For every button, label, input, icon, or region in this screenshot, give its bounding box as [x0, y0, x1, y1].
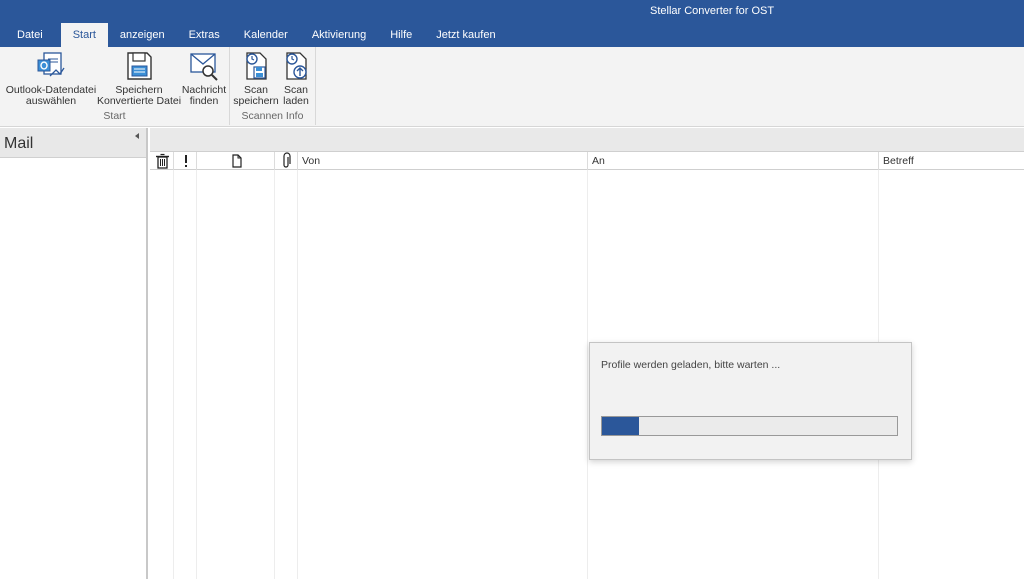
document-icon — [232, 154, 242, 168]
column-divider — [196, 170, 197, 579]
trash-icon — [156, 153, 169, 169]
find-message-button[interactable]: Nachricht finden — [181, 50, 227, 107]
title-bar: Stellar Converter for OST Datei Start an… — [0, 0, 1024, 47]
tab-start[interactable]: Start — [60, 23, 108, 47]
tab-jetzt-kaufen[interactable]: Jetzt kaufen — [424, 23, 507, 47]
column-attachment[interactable] — [275, 152, 298, 170]
save-converted-file-label-2: Konvertierte Datei — [97, 95, 182, 107]
column-subject-label: Betreff — [883, 155, 914, 167]
tab-datei[interactable]: Datei — [0, 23, 61, 47]
exclamation-icon — [185, 155, 187, 167]
save-scan-icon — [246, 52, 267, 80]
save-converted-file-button[interactable]: Speichern Konvertierte Datei — [97, 50, 181, 107]
ribbon-tabs: Datei Start anzeigen Extras Kalender Akt… — [0, 23, 508, 47]
tab-hilfe[interactable]: Hilfe — [378, 23, 424, 47]
load-scan-button[interactable]: Scan laden — [279, 50, 313, 107]
loading-dialog: Profile werden geladen, bitte warten ... — [589, 342, 912, 460]
column-divider — [274, 170, 275, 579]
column-headers: Von An Betreff — [150, 152, 1024, 170]
column-divider — [173, 170, 174, 579]
save-scan-button[interactable]: Scan speichern — [233, 50, 279, 107]
list-toolbar-band — [150, 128, 1024, 152]
loading-message: Profile werden geladen, bitte warten ... — [601, 359, 781, 371]
app-title: Stellar Converter for OST — [650, 5, 775, 17]
save-scan-label-2: speichern — [233, 95, 279, 107]
ribbon-group-label: Start — [103, 110, 126, 122]
ribbon-group-label: Scannen Info — [241, 110, 304, 122]
collapse-left-icon[interactable] — [135, 133, 139, 139]
select-outlook-file-button[interactable]: Outlook-Datendatei auswählen — [5, 50, 97, 107]
column-from[interactable]: Von — [298, 152, 588, 170]
column-type[interactable] — [197, 152, 275, 170]
find-message-icon — [190, 53, 218, 81]
mail-pane: Mail — [0, 128, 148, 579]
paperclip-icon — [283, 152, 291, 168]
load-scan-icon — [286, 52, 307, 80]
column-to-label: An — [592, 155, 605, 167]
column-divider — [587, 170, 588, 579]
load-scan-label-2: laden — [283, 95, 309, 107]
save-icon — [127, 52, 152, 80]
column-to[interactable]: An — [588, 152, 879, 170]
tab-kalender[interactable]: Kalender — [232, 23, 300, 47]
outlook-file-icon — [37, 52, 65, 77]
tab-extras[interactable]: Extras — [177, 23, 232, 47]
mail-pane-title: Mail — [4, 135, 34, 152]
ribbon-group-scan-info: Scan speichern Scan laden Scannen Info — [230, 47, 316, 125]
select-outlook-file-label-2: auswählen — [25, 95, 77, 107]
progress-bar — [601, 416, 898, 436]
progress-fill — [602, 417, 639, 435]
find-message-label-2: finden — [189, 95, 219, 107]
tab-aktivierung[interactable]: Aktivierung — [300, 23, 378, 47]
mail-pane-header: Mail — [0, 128, 146, 158]
ribbon: Outlook-Datendatei auswählen Speichern K… — [0, 47, 1024, 127]
tab-anzeigen[interactable]: anzeigen — [108, 23, 177, 47]
column-subject[interactable]: Betreff — [879, 152, 1024, 170]
column-divider — [297, 170, 298, 579]
column-from-label: Von — [302, 155, 321, 167]
column-delete[interactable] — [150, 152, 174, 170]
column-importance[interactable] — [174, 152, 197, 170]
ribbon-group-start: Outlook-Datendatei auswählen Speichern K… — [0, 47, 230, 125]
